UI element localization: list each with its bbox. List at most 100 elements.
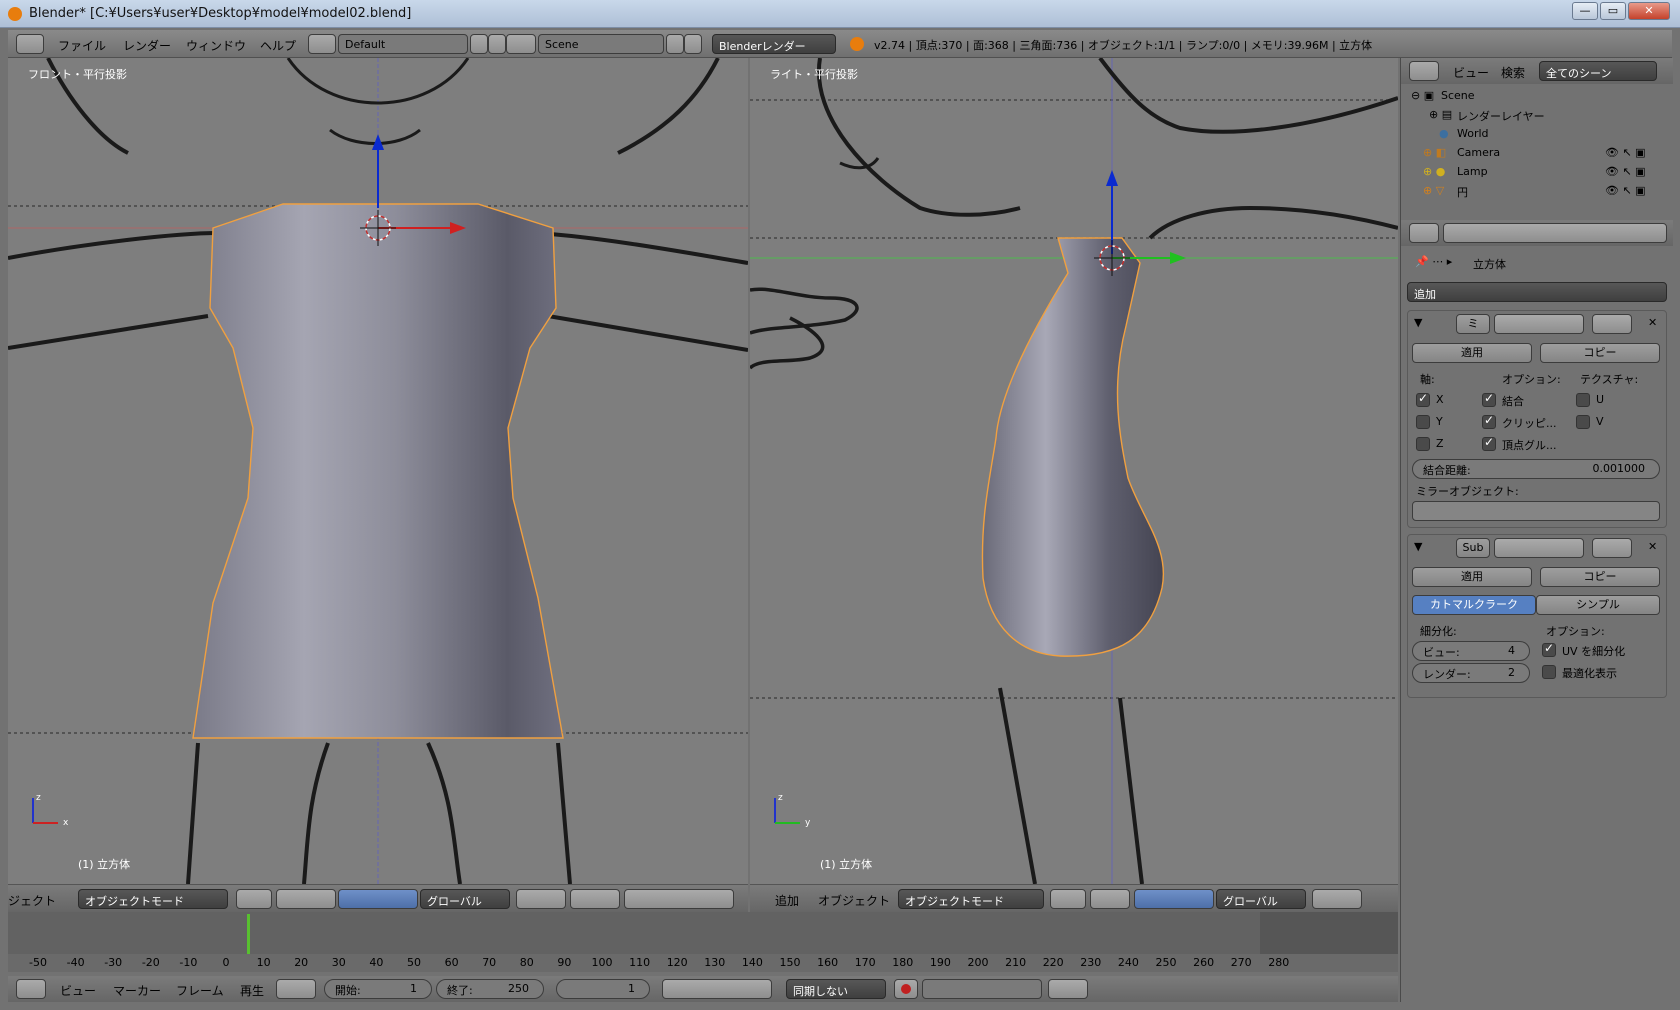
mode-dropdown[interactable]: オブジェクトモード bbox=[898, 889, 1044, 909]
layers-icon[interactable] bbox=[1312, 889, 1362, 909]
modifier-visibility-icons[interactable] bbox=[1494, 314, 1584, 334]
outliner-row-world[interactable]: ● World bbox=[1401, 124, 1659, 143]
keyframe-icons[interactable] bbox=[1048, 979, 1088, 999]
current-frame-marker[interactable] bbox=[247, 914, 250, 954]
apply-button[interactable]: 適用 bbox=[1412, 343, 1532, 363]
sync-dropdown[interactable]: 同期しない bbox=[786, 979, 886, 999]
pin-icon[interactable]: 📌 ⋯ ▸ bbox=[1415, 255, 1452, 268]
menu-playback[interactable]: 再生 bbox=[240, 982, 264, 999]
optimal-display-checkbox[interactable] bbox=[1542, 665, 1556, 679]
shading-dropdown-icon[interactable] bbox=[1050, 889, 1086, 909]
keying-set-field[interactable] bbox=[922, 979, 1042, 999]
menu-object[interactable]: オブジェクト bbox=[818, 892, 890, 909]
layers-icon-2[interactable] bbox=[570, 889, 620, 909]
modifier-visibility-icons[interactable] bbox=[1494, 538, 1584, 558]
visibility-icons[interactable]: 👁 ↖ ▣ bbox=[1605, 146, 1646, 159]
menu-add[interactable]: 追加 bbox=[775, 892, 799, 909]
mode-dropdown[interactable]: オブジェクトモード bbox=[78, 889, 228, 909]
menu-view[interactable]: ビュー bbox=[60, 982, 96, 999]
editor-type-properties-icon[interactable] bbox=[1409, 223, 1439, 243]
editor-type-info-icon[interactable] bbox=[16, 34, 44, 54]
render-engine-dropdown[interactable]: Blenderレンダー bbox=[712, 34, 836, 54]
editor-type-clock-icon[interactable] bbox=[16, 979, 46, 999]
menu-help[interactable]: ヘルプ bbox=[260, 37, 296, 54]
visibility-icons[interactable]: 👁 ↖ ▣ bbox=[1605, 165, 1646, 178]
outliner-row-scene[interactable]: ⊖ ▣ Scene bbox=[1401, 86, 1659, 105]
view-levels-field[interactable]: ビュー: 4 bbox=[1412, 641, 1530, 661]
context-tabs-icons[interactable] bbox=[1443, 223, 1667, 243]
viewport-right[interactable]: ライト・平行投影 z y (1) 立方体 bbox=[750, 58, 1398, 884]
menu-search[interactable]: 検索 bbox=[1501, 64, 1525, 81]
screen-layout-icon[interactable] bbox=[308, 34, 336, 54]
viewport-front[interactable]: フロント・平行投影 z x (1) 立方体 bbox=[8, 58, 748, 884]
menu-view[interactable]: ビュー bbox=[1453, 64, 1489, 81]
end-frame-field[interactable]: 終了: 250 bbox=[436, 979, 544, 999]
clipping-checkbox[interactable] bbox=[1482, 413, 1496, 429]
keying-icons[interactable] bbox=[276, 979, 316, 999]
scene-filter-dropdown[interactable]: 全てのシーン bbox=[1539, 61, 1657, 81]
menu-frame[interactable]: フレーム bbox=[176, 982, 224, 999]
editor-type-outliner-icon[interactable] bbox=[1409, 61, 1439, 81]
texture-v-checkbox[interactable] bbox=[1576, 415, 1590, 429]
subsurf-name-field[interactable]: Sub bbox=[1456, 538, 1490, 558]
pivot-icon[interactable] bbox=[1090, 889, 1130, 909]
menu-file[interactable]: ファイル bbox=[58, 37, 106, 54]
copy-button[interactable]: コピー bbox=[1540, 343, 1660, 363]
scene-icon[interactable] bbox=[506, 34, 536, 54]
manipulator-icons[interactable] bbox=[1134, 889, 1214, 909]
orientation-dropdown[interactable]: グローバル bbox=[420, 889, 510, 909]
minimize-button[interactable]: — bbox=[1572, 2, 1598, 20]
start-frame-field[interactable]: 開始: 1 bbox=[324, 979, 432, 999]
axis-x-checkbox[interactable] bbox=[1416, 391, 1430, 407]
mirror-name-field[interactable]: ミ bbox=[1456, 314, 1490, 334]
outliner-row-lamp[interactable]: ⊕ ● Lamp 👁 ↖ ▣ bbox=[1401, 162, 1659, 181]
add-modifier-dropdown[interactable]: 追加 bbox=[1407, 282, 1667, 302]
outliner-row-render-layers[interactable]: ⊕ ▤ レンダーレイヤー bbox=[1401, 105, 1659, 124]
outliner-row-circle[interactable]: ⊕ ▽ 円 👁 ↖ ▣ bbox=[1401, 181, 1659, 200]
shading-dropdown-icon[interactable] bbox=[236, 889, 272, 909]
snap-tools-icons[interactable] bbox=[624, 889, 734, 909]
playback-controls-icons[interactable] bbox=[662, 979, 772, 999]
collapse-icon[interactable]: ▼ bbox=[1414, 316, 1422, 329]
add-layout-icon[interactable] bbox=[470, 34, 488, 54]
scene-field[interactable]: Scene bbox=[538, 34, 664, 54]
catmull-clark-tab[interactable]: カトマルクラーク bbox=[1412, 595, 1536, 615]
mirror-object-field[interactable] bbox=[1412, 501, 1660, 521]
move-up-down-icons[interactable] bbox=[1592, 314, 1632, 334]
screen-layout-field[interactable]: Default bbox=[338, 34, 468, 54]
axis-y-checkbox[interactable] bbox=[1416, 415, 1430, 429]
menu-object[interactable]: ジェクト bbox=[8, 892, 56, 909]
pivot-icon[interactable] bbox=[276, 889, 336, 909]
texture-u-checkbox[interactable] bbox=[1576, 393, 1590, 407]
simple-tab[interactable]: シンプル bbox=[1536, 595, 1660, 615]
merge-checkbox[interactable] bbox=[1482, 391, 1496, 407]
add-scene-icon[interactable] bbox=[666, 34, 684, 54]
manipulator-icons[interactable] bbox=[338, 889, 418, 909]
outliner-row-camera[interactable]: ⊕ ◧ Camera 👁 ↖ ▣ bbox=[1401, 143, 1659, 162]
close-button[interactable]: ✕ bbox=[1628, 2, 1670, 20]
menu-window[interactable]: ウィンドウ bbox=[186, 37, 246, 54]
properties-editor[interactable]: 📌 ⋯ ▸ 立方体 追加 ▼ ミ ✕ 適用 コピー 軸: オプション: テクスチ… bbox=[1401, 220, 1673, 1002]
timeline[interactable]: -50 -40 -30 -20 -10 0 10 20 30 40 50 60 70 80 90 100 110… bbox=[8, 912, 1398, 972]
orientation-dropdown[interactable]: グローバル bbox=[1216, 889, 1306, 909]
merge-limit-field[interactable]: 結合距離: 0.001000 bbox=[1412, 459, 1660, 479]
vgroups-checkbox[interactable] bbox=[1482, 435, 1496, 451]
copy-button[interactable]: コピー bbox=[1540, 567, 1660, 587]
remove-layout-icon[interactable] bbox=[488, 34, 506, 54]
menu-marker[interactable]: マーカー bbox=[113, 982, 161, 999]
remove-modifier-icon[interactable]: ✕ bbox=[1648, 316, 1657, 329]
collapse-icon[interactable]: ▼ bbox=[1414, 540, 1422, 553]
apply-button[interactable]: 適用 bbox=[1412, 567, 1532, 587]
maximize-button[interactable]: ▭ bbox=[1600, 2, 1626, 20]
remove-modifier-icon[interactable]: ✕ bbox=[1648, 540, 1657, 553]
record-icon[interactable] bbox=[894, 979, 918, 999]
subdivide-uvs-checkbox[interactable] bbox=[1542, 641, 1556, 657]
axis-z-checkbox[interactable] bbox=[1416, 437, 1430, 451]
outliner[interactable]: ビュー 検索 全てのシーン ⊖ ▣ Scene ⊕ ▤ レンダーレイヤー ● Worl… bbox=[1401, 58, 1673, 218]
menu-render[interactable]: レンダー bbox=[123, 37, 171, 54]
render-levels-field[interactable]: レンダー: 2 bbox=[1412, 663, 1530, 683]
visibility-icons[interactable]: 👁 ↖ ▣ bbox=[1605, 184, 1646, 197]
move-up-down-icons[interactable] bbox=[1592, 538, 1632, 558]
remove-scene-icon[interactable] bbox=[684, 34, 702, 54]
current-frame-field[interactable]: 1 bbox=[556, 979, 650, 999]
